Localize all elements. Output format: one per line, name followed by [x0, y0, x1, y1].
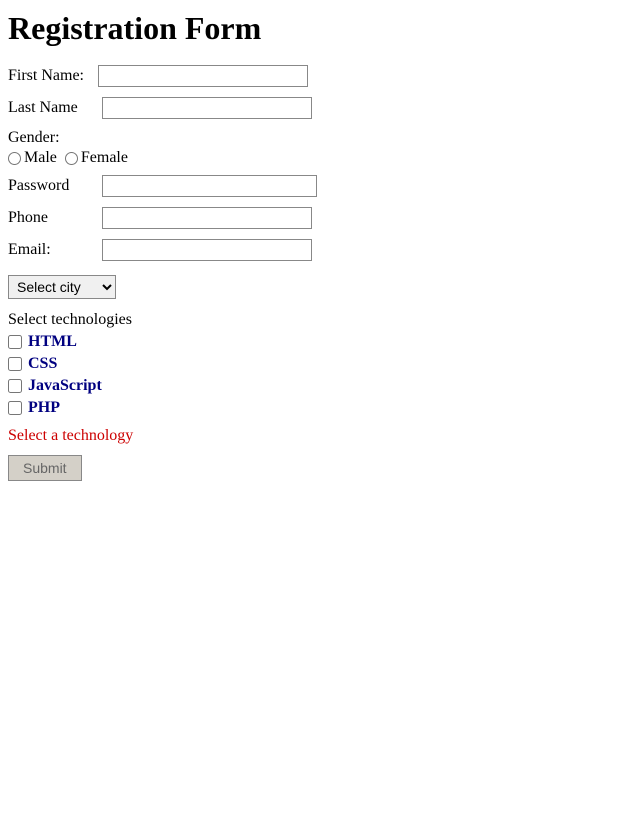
gender-male-label: Male [24, 149, 57, 167]
gender-female-radio[interactable] [65, 152, 78, 165]
tech-php-label: PHP [28, 399, 60, 417]
last-name-input[interactable] [102, 97, 312, 119]
first-name-input[interactable] [98, 65, 308, 87]
password-label: Password [8, 177, 98, 195]
password-input[interactable] [102, 175, 317, 197]
email-label: Email: [8, 241, 98, 259]
first-name-label: First Name: [8, 67, 98, 85]
gender-female-label: Female [81, 149, 128, 167]
page-title: Registration Form [8, 10, 620, 47]
tech-html-checkbox[interactable] [8, 335, 22, 349]
technologies-label: Select technologies [8, 311, 620, 329]
tech-css-label: CSS [28, 355, 57, 373]
email-input[interactable] [102, 239, 312, 261]
city-select[interactable]: Select city New York Los Angeles Chicago [8, 275, 116, 299]
tech-css-checkbox[interactable] [8, 357, 22, 371]
phone-input[interactable] [102, 207, 312, 229]
tech-php-checkbox[interactable] [8, 401, 22, 415]
submit-button[interactable]: Submit [8, 455, 82, 481]
tech-javascript-checkbox[interactable] [8, 379, 22, 393]
tech-javascript-label: JavaScript [28, 377, 102, 395]
tech-html-label: HTML [28, 333, 77, 351]
last-name-label: Last Name [8, 99, 98, 117]
gender-male-radio[interactable] [8, 152, 21, 165]
gender-male-option[interactable]: Male [8, 149, 57, 167]
phone-label: Phone [8, 209, 98, 227]
gender-female-option[interactable]: Female [65, 149, 128, 167]
validation-message: Select a technology [8, 427, 620, 445]
gender-label: Gender: [8, 129, 620, 147]
